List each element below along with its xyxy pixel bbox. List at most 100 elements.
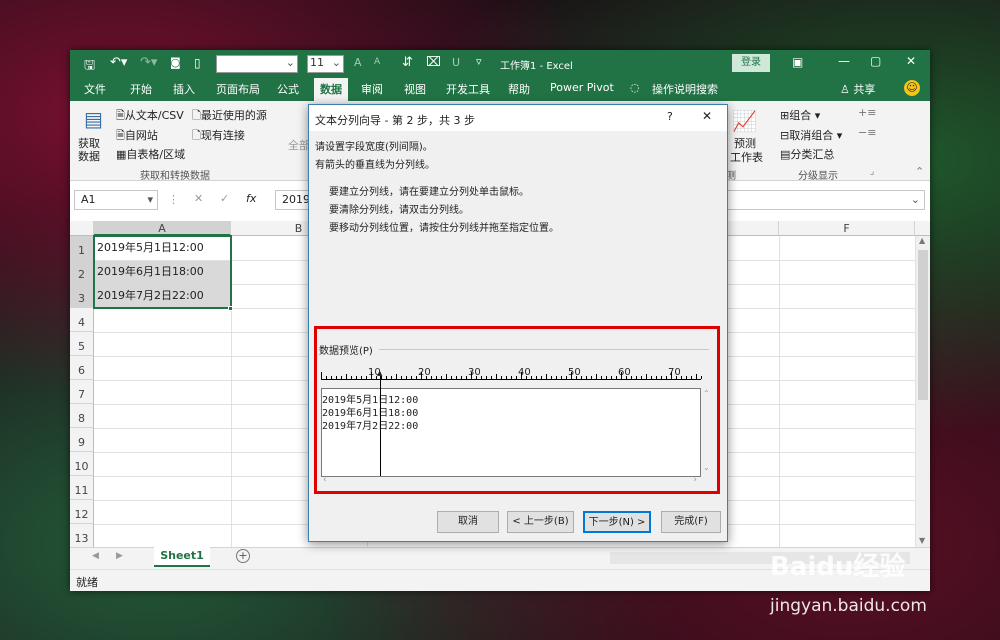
row-header[interactable]: 8	[70, 404, 94, 428]
column-header-f[interactable]: F	[779, 221, 915, 236]
row-header[interactable]: 13	[70, 524, 94, 547]
save-icon[interactable]: 🖫	[84, 56, 95, 78]
dialog-launcher-icon[interactable]: ⌟	[870, 167, 874, 177]
refresh-all-button[interactable]: 全部	[288, 137, 310, 153]
redo-icon[interactable]: ↷▾	[140, 55, 157, 70]
ribbon-display-icon[interactable]: ▣	[792, 55, 803, 69]
help-button[interactable]: ?	[667, 110, 673, 123]
tab-file[interactable]: 文件	[84, 81, 106, 97]
vertical-scrollbar[interactable]: ▲ ▼	[916, 236, 930, 547]
new-file-icon[interactable]: ▯	[194, 56, 201, 70]
font-grow-button[interactable]: A	[354, 56, 362, 69]
close-icon[interactable]: ✕	[702, 109, 712, 123]
font-name-box[interactable]: ⌄	[216, 55, 298, 73]
group-button[interactable]: ⊞组合 ▾	[780, 107, 820, 123]
align-icon[interactable]: ⇵	[402, 55, 413, 70]
prev-sheet-icon[interactable]: ◀	[92, 551, 99, 561]
ruler-tick	[471, 372, 472, 379]
tab-review[interactable]: 审阅	[361, 81, 383, 97]
tab-developer[interactable]: 开发工具	[446, 81, 490, 97]
from-table-button[interactable]: ▦自表格/区域	[116, 146, 185, 162]
row-header[interactable]: 5	[70, 332, 94, 356]
scroll-left-icon[interactable]: ‹	[323, 475, 327, 485]
column-header-a[interactable]: A	[94, 221, 231, 236]
scroll-down-icon[interactable]: ▼	[919, 536, 925, 545]
fill-handle[interactable]	[228, 306, 233, 311]
expand-formula-icon[interactable]: ⌄	[911, 191, 920, 209]
from-web-label: 自网站	[124, 129, 158, 142]
existing-connections-button[interactable]: 🗋现有连接	[192, 127, 245, 146]
customize-toolbar-icon[interactable]: ▿	[476, 55, 482, 68]
row-header[interactable]: 1	[70, 236, 94, 260]
row-header[interactable]: 2	[70, 260, 94, 284]
ruler-tick	[331, 376, 332, 379]
group-icon: ⊞	[780, 109, 790, 122]
ungroup-button[interactable]: ⊟取消组合 ▾	[780, 127, 842, 143]
login-button[interactable]: 登录	[732, 54, 770, 72]
font-size-box[interactable]: 11 ⌄	[307, 55, 344, 73]
row-header[interactable]: 10	[70, 452, 94, 476]
from-web-button[interactable]: 🗎自网站	[116, 127, 158, 146]
subtotal-button[interactable]: ▤分类汇总	[780, 146, 834, 162]
row-header[interactable]: 3	[70, 284, 94, 308]
camera-icon[interactable]: ◙	[170, 56, 181, 69]
add-sheet-icon[interactable]: +	[236, 549, 250, 563]
frame-icon[interactable]: ⌧	[426, 55, 441, 70]
smiley-icon[interactable]: ☺	[904, 80, 920, 96]
hide-detail-icon[interactable]: −≡	[858, 126, 876, 139]
scroll-down-icon[interactable]: ⌄	[703, 463, 710, 472]
font-shrink-button[interactable]: A	[374, 57, 380, 67]
select-all-corner[interactable]	[70, 221, 94, 236]
close-icon[interactable]: ✕	[906, 54, 916, 68]
enter-icon[interactable]: ✓	[220, 192, 229, 205]
tab-view[interactable]: 视图	[404, 81, 426, 97]
share-label: 共享	[853, 83, 876, 96]
name-box[interactable]: A1 ▾	[74, 190, 158, 210]
row-header[interactable]: 9	[70, 428, 94, 452]
insert-function-button[interactable]: fx	[246, 192, 256, 205]
maximize-icon[interactable]: ▢	[870, 54, 881, 68]
tab-page-layout[interactable]: 页面布局	[216, 81, 260, 97]
ruler-tick	[356, 376, 357, 379]
dialog-line-2: 有箭头的垂直线为分列线。	[315, 160, 435, 171]
column-break-line[interactable]	[380, 375, 381, 476]
scroll-up-icon[interactable]: ⌃	[703, 389, 710, 398]
undo-icon[interactable]: ↶▾	[110, 55, 127, 70]
tab-help[interactable]: 帮助	[508, 81, 530, 97]
from-text-button[interactable]: 🗎从文本/CSV	[116, 107, 184, 126]
ruler-tick	[476, 376, 477, 379]
row-header[interactable]: 7	[70, 380, 94, 404]
show-detail-icon[interactable]: +≡	[858, 106, 876, 119]
scroll-up-icon[interactable]: ▲	[919, 236, 925, 245]
scroll-thumb[interactable]	[918, 250, 928, 400]
get-data-button[interactable]: 获取数据	[78, 137, 110, 163]
tab-data[interactable]: 数据	[314, 78, 348, 101]
next-sheet-icon[interactable]: ▶	[116, 551, 123, 561]
recent-sources-button[interactable]: 🗋最近使用的源	[192, 107, 267, 126]
tell-me-search[interactable]: 操作说明搜索	[652, 81, 718, 97]
back-button[interactable]: < 上一步(B)	[507, 511, 574, 533]
row-header[interactable]: 11	[70, 476, 94, 500]
ungroup-label: 取消组合	[789, 129, 834, 142]
next-button[interactable]: 下一步(N) >	[583, 511, 651, 533]
finish-button[interactable]: 完成(F)	[661, 511, 721, 533]
row-header[interactable]: 12	[70, 500, 94, 524]
tab-formulas[interactable]: 公式	[277, 81, 299, 97]
underline-icon[interactable]: U	[452, 56, 460, 69]
row-header[interactable]: 6	[70, 356, 94, 380]
row-header[interactable]: 4	[70, 308, 94, 332]
share-button[interactable]: ♙ 共享	[840, 81, 875, 97]
tab-power-pivot[interactable]: Power Pivot	[550, 81, 614, 94]
minimize-icon[interactable]: —	[838, 54, 850, 68]
column-header-g[interactable]	[915, 221, 930, 236]
tab-home[interactable]: 开始	[130, 81, 152, 97]
scroll-right-icon[interactable]: ›	[693, 475, 697, 485]
preview-hscrollbar[interactable]: ‹ ›	[321, 475, 701, 487]
collapse-ribbon-icon[interactable]: ⌃	[915, 165, 924, 178]
tab-insert[interactable]: 插入	[173, 81, 195, 97]
cancel-icon[interactable]: ✕	[194, 192, 203, 205]
instruction-3: 要移动分列线位置，请按住分列线并拖至指定位置。	[329, 223, 559, 234]
cancel-button[interactable]: 取消	[437, 511, 499, 533]
ruler-tick	[431, 376, 432, 379]
sheet-tab-sheet1[interactable]: Sheet1	[154, 547, 210, 567]
